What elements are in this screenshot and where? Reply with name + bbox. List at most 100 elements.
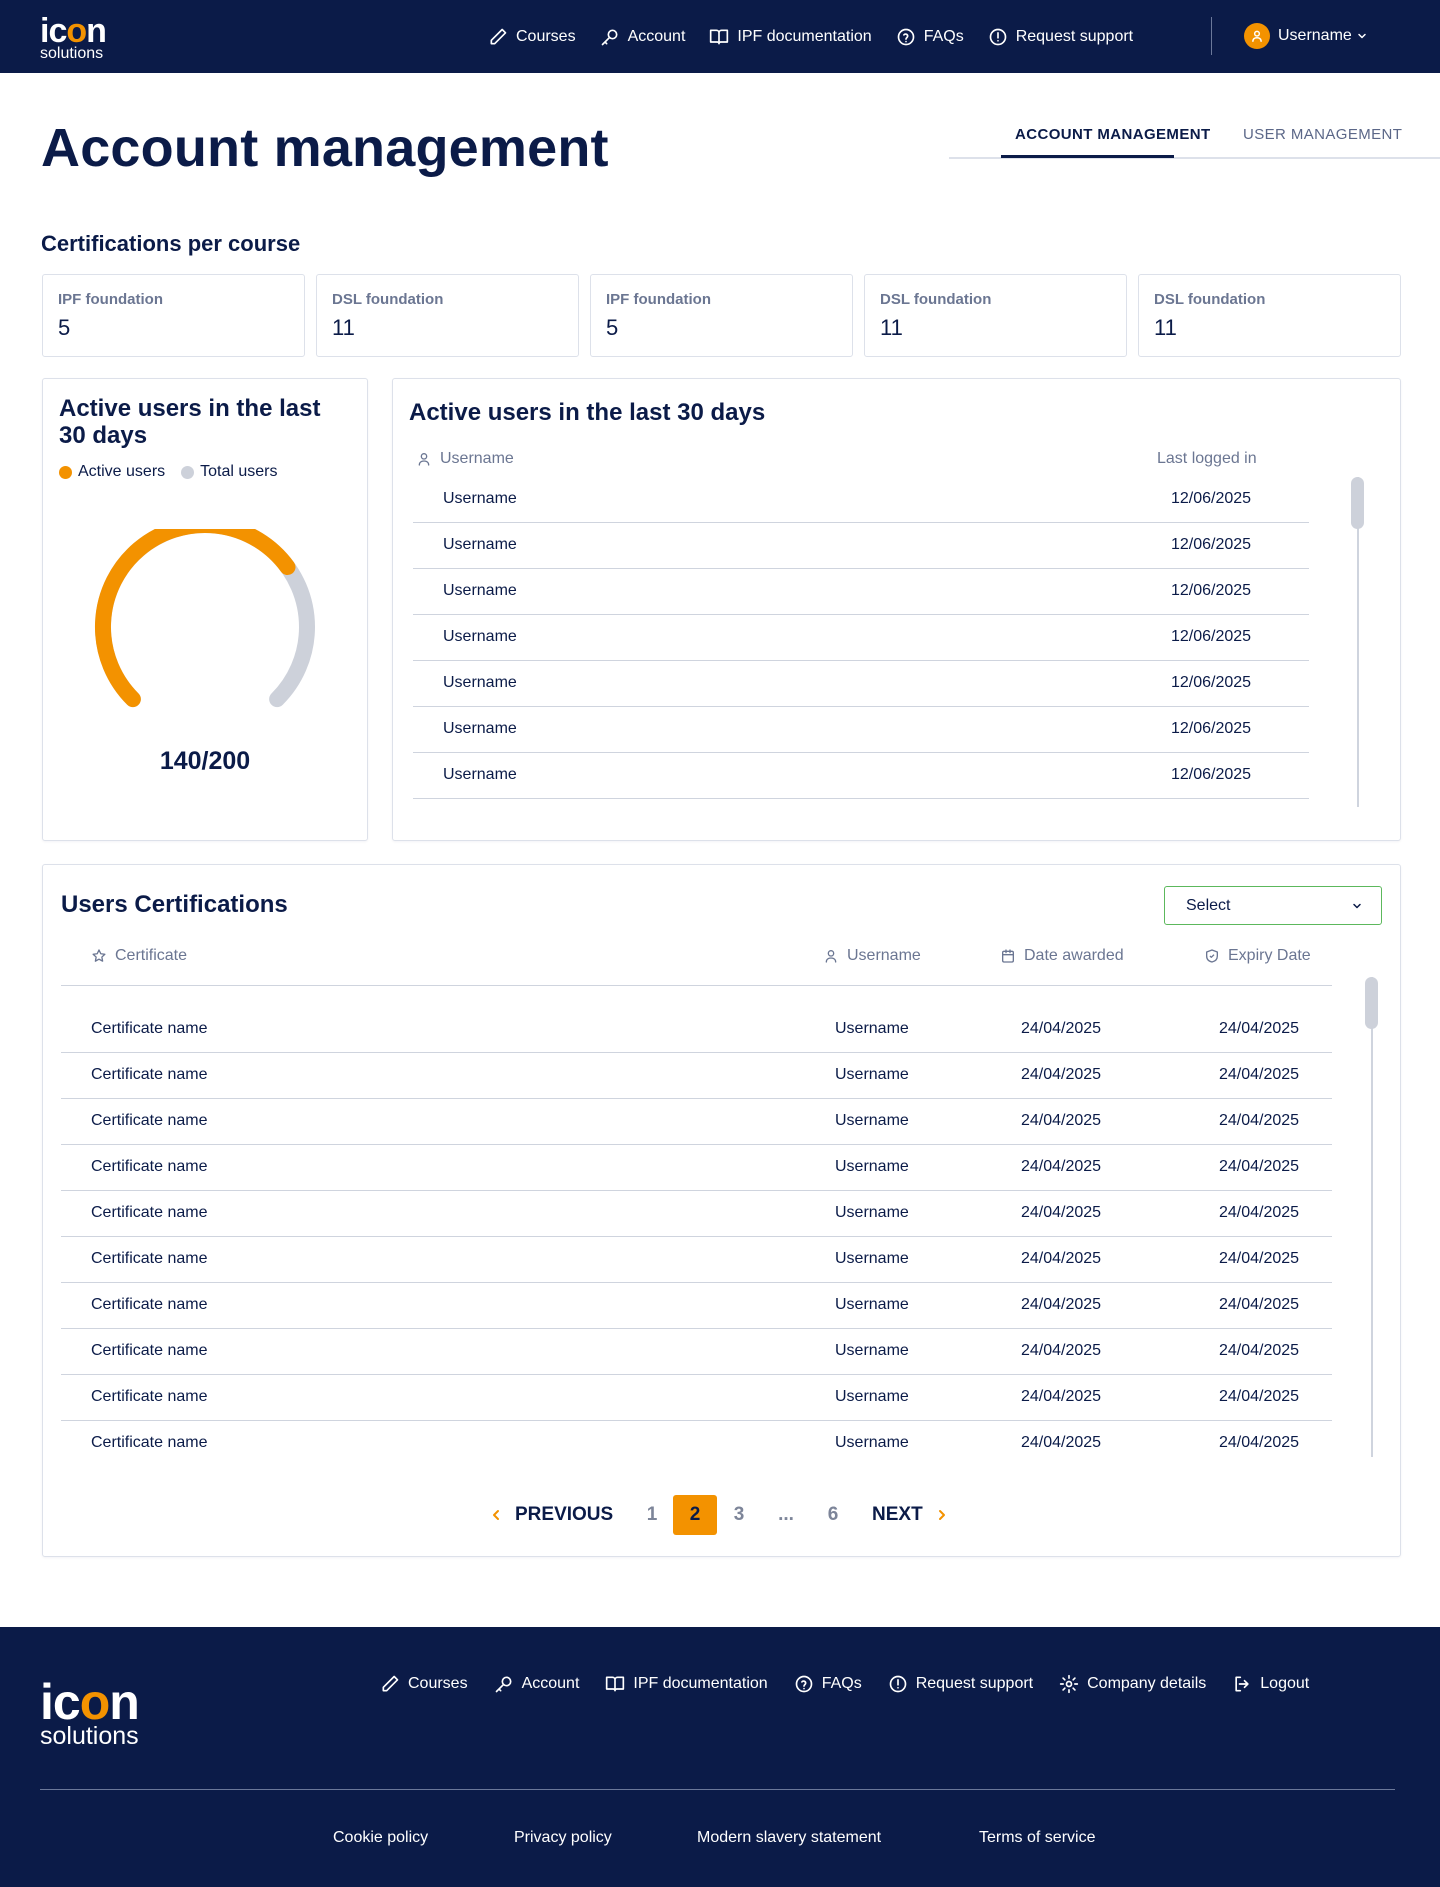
row-username: Username <box>835 1204 909 1221</box>
pagination-page-3[interactable]: 3 <box>724 1495 754 1535</box>
footer-nav-company-details[interactable]: Company details <box>1059 1674 1206 1694</box>
pagination: PREVIOUS 1 2 3 ... 6 NEXT <box>43 1495 1400 1535</box>
row-expiry-date: 24/04/2025 <box>1219 1158 1300 1175</box>
table-row: Certificate name Username 24/04/2025 24/04/… <box>61 1145 1332 1191</box>
top-navbar: icon solutions Courses Account IPF docum… <box>0 0 1440 73</box>
nav-item-label: IPF documentation <box>737 27 872 45</box>
pagination-page-1[interactable]: 1 <box>637 1495 667 1535</box>
row-date-awarded: 24/04/2025 <box>1021 1204 1102 1221</box>
row-date-awarded: 24/04/2025 <box>1021 1158 1102 1175</box>
pagination-previous-button[interactable]: PREVIOUS <box>489 1495 613 1535</box>
tab-account-management[interactable]: ACCOUNT MANAGEMENT <box>1015 126 1211 143</box>
pagination-page-2-current[interactable]: 2 <box>673 1495 717 1535</box>
scrollbar-thumb[interactable] <box>1351 477 1364 529</box>
active-users-gauge-panel: Active users in the last 30 days Active … <box>42 378 368 841</box>
company-logo[interactable]: icon solutions <box>40 12 107 62</box>
table-row: Certificate name Username 24/04/2025 24/04/… <box>61 1007 1332 1053</box>
tab-user-management[interactable]: USER MANAGEMENT <box>1243 126 1402 143</box>
page-title: Account management <box>41 118 609 178</box>
row-username: Username <box>443 582 517 599</box>
table-row: Username 12/06/2025 <box>413 569 1309 615</box>
gauge-active-arc <box>95 529 296 708</box>
row-date-awarded: 24/04/2025 <box>1021 1020 1102 1037</box>
logo-wordmark: icon <box>40 12 107 50</box>
pencil-icon <box>490 28 507 45</box>
table-row: Username 12/06/2025 <box>413 707 1309 753</box>
table-row: Certificate name Username 24/04/2025 24/04/… <box>61 1237 1332 1283</box>
row-date-awarded: 24/04/2025 <box>1021 1342 1102 1359</box>
nav-item-ipf-documentation[interactable]: IPF documentation <box>709 27 872 47</box>
row-certificate: Certificate name <box>91 1112 208 1129</box>
main-nav: Courses Account IPF documentation FAQs R… <box>488 0 1157 73</box>
table-header-divider <box>61 985 1332 986</box>
column-header-label: Certificate <box>115 947 188 964</box>
scrollbar-track[interactable] <box>1371 977 1373 1457</box>
row-expiry-date: 24/04/2025 <box>1219 1342 1300 1359</box>
row-last-login: 12/06/2025 <box>1171 766 1252 783</box>
column-header-label: Username <box>847 947 921 964</box>
footer-link-privacy-policy[interactable]: Privacy policy <box>514 1829 612 1847</box>
users-certifications-title: Users Certifications <box>61 891 288 918</box>
column-header-username[interactable]: Username <box>823 947 921 965</box>
footer-logo[interactable]: icon solutions <box>40 1677 140 1749</box>
username-label: Username <box>1278 27 1352 44</box>
footer: icon solutions Courses Account IPF docum… <box>0 1627 1440 1887</box>
active-users-table-panel: Active users in the last 30 days Usernam… <box>392 378 1401 841</box>
alert-circle-icon <box>889 1675 907 1693</box>
row-username: Username <box>835 1158 909 1175</box>
nav-item-faqs[interactable]: FAQs <box>896 27 964 47</box>
avatar <box>1244 23 1270 49</box>
column-header-date-awarded[interactable]: Date awarded <box>1000 947 1124 965</box>
row-date-awarded: 24/04/2025 <box>1021 1296 1102 1313</box>
course-name: DSL foundation <box>332 291 444 308</box>
column-header-username[interactable]: Username <box>416 450 514 468</box>
nav-item-label: Courses <box>516 27 576 45</box>
footer-link-terms-of-service[interactable]: Terms of service <box>979 1829 1095 1847</box>
course-cert-count: 5 <box>58 315 71 340</box>
pencil-icon <box>382 1675 399 1692</box>
row-expiry-date: 24/04/2025 <box>1219 1388 1300 1405</box>
row-username: Username <box>443 628 517 645</box>
legend-swatch <box>59 465 72 479</box>
footer-link-cookie-policy[interactable]: Cookie policy <box>333 1829 428 1847</box>
row-certificate: Certificate name <box>91 1296 208 1313</box>
pagination-next-button[interactable]: NEXT <box>872 1495 949 1535</box>
pagination-page-6[interactable]: 6 <box>818 1495 848 1535</box>
nav-item-label: FAQs <box>821 1675 862 1692</box>
row-expiry-date: 24/04/2025 <box>1219 1434 1300 1451</box>
row-date-awarded: 24/04/2025 <box>1021 1250 1102 1267</box>
nav-item-courses[interactable]: Courses <box>488 27 576 47</box>
row-last-login: 12/06/2025 <box>1171 582 1252 599</box>
column-header-expiry-date[interactable]: Expiry Date <box>1204 947 1311 965</box>
gauge-legend: Active users Total users <box>59 463 294 481</box>
calendar-icon <box>1002 949 1014 963</box>
gauge-title: Active users in the last 30 days <box>59 395 321 449</box>
row-username: Username <box>835 1296 909 1313</box>
course-name: IPF foundation <box>58 291 163 308</box>
question-icon <box>897 28 915 45</box>
footer-link-modern-slavery-statement[interactable]: Modern slavery statement <box>697 1829 881 1847</box>
logout-icon <box>1235 1676 1249 1692</box>
footer-nav-request-support[interactable]: Request support <box>888 1674 1033 1694</box>
table-row: Certificate name Username 24/04/2025 24/04/… <box>61 1099 1332 1145</box>
footer-nav-ipf-documentation[interactable]: IPF documentation <box>605 1674 768 1694</box>
select-value: Select <box>1186 897 1231 914</box>
table-row: Certificate name Username 24/04/2025 24/04/… <box>61 1421 1332 1467</box>
footer-nav-account[interactable]: Account <box>494 1674 579 1694</box>
table-row: Username 12/06/2025 <box>413 753 1309 799</box>
column-header-last-logged-in[interactable]: Last logged in <box>1157 450 1257 468</box>
footer-nav-logout[interactable]: Logout <box>1232 1674 1309 1694</box>
footer-nav-faqs[interactable]: FAQs <box>794 1674 862 1694</box>
certificate-filter-select[interactable]: Select <box>1164 886 1382 925</box>
nav-item-request-support[interactable]: Request support <box>988 27 1133 47</box>
course-stat-card: DSL foundation 11 <box>1138 274 1401 357</box>
nav-item-account[interactable]: Account <box>600 27 685 47</box>
course-name: IPF foundation <box>606 291 711 308</box>
active-users-title: Active users in the last 30 days <box>409 399 766 426</box>
user-menu-button[interactable]: Username <box>1244 23 1368 49</box>
row-last-login: 12/06/2025 <box>1171 674 1252 691</box>
column-header-certificate[interactable]: Certificate <box>91 947 187 965</box>
row-certificate: Certificate name <box>91 1250 208 1267</box>
footer-nav-courses[interactable]: Courses <box>380 1674 468 1694</box>
scrollbar-thumb[interactable] <box>1365 977 1378 1029</box>
